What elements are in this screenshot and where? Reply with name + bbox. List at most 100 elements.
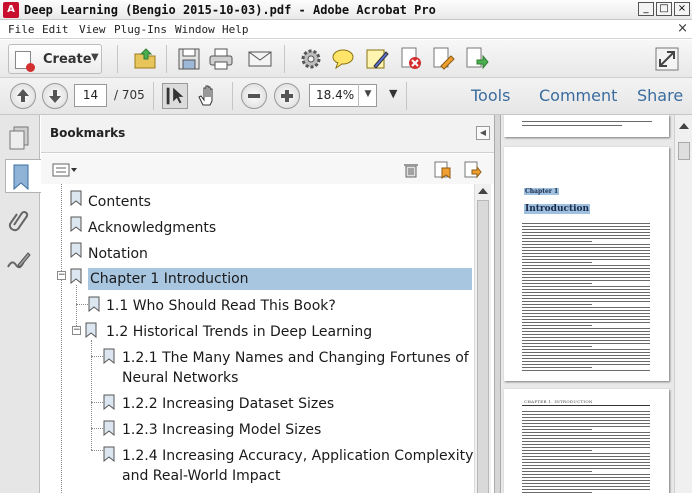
text-line <box>522 343 650 344</box>
close-button[interactable]: × <box>674 2 690 16</box>
hand-tool-icon[interactable] <box>195 83 221 109</box>
collapse-toggle[interactable]: − <box>72 326 81 335</box>
collapse-panel-button[interactable]: ◀ <box>476 126 490 140</box>
chapter-label: Chapter 1 <box>524 188 560 195</box>
navigation-pane-strip <box>0 115 41 493</box>
bookmark-item[interactable]: 1.1 Who Should Read This Book? <box>104 296 338 316</box>
signatures-button[interactable] <box>4 243 34 277</box>
previous-page-button[interactable] <box>10 83 36 109</box>
text-line <box>522 232 650 233</box>
menu-view[interactable]: View <box>79 23 106 36</box>
text-line <box>522 289 650 290</box>
text-line <box>522 334 650 335</box>
page-thumbnails-icon <box>9 126 29 150</box>
text-line <box>522 328 650 329</box>
text-line <box>522 474 650 475</box>
navigation-toolbar: 14 / 705 18.4% ▼ ▼ Tools Comment Share <box>0 78 692 115</box>
text-line <box>522 319 650 320</box>
tree-guide-line <box>91 356 103 357</box>
bookmark-item[interactable]: 1.2.1 The Many Names and Changing Fortun… <box>120 348 471 368</box>
full-screen-icon[interactable] <box>654 46 680 72</box>
page-thumbnails-button[interactable] <box>4 121 34 155</box>
bookmark-item[interactable]: 1.2.4 Increasing Accuracy, Application C… <box>120 446 474 466</box>
bookmark-item-selected[interactable]: Chapter 1 Introduction <box>88 268 472 290</box>
pane-splitter[interactable] <box>494 115 501 493</box>
text-line <box>522 471 592 472</box>
text-line <box>522 423 650 424</box>
create-button[interactable]: Create ▼ <box>8 44 102 74</box>
menu-window[interactable]: Window <box>175 23 215 36</box>
text-line <box>522 241 592 242</box>
document-view[interactable]: Chapter 1 Introduction CHAPTER 1. INTROD… <box>501 115 674 493</box>
bookmark-item[interactable]: Contents <box>86 192 153 212</box>
text-line <box>522 331 650 332</box>
zoom-in-button[interactable] <box>274 83 300 109</box>
text-line <box>522 367 592 368</box>
tree-guide-line <box>91 450 103 451</box>
comment-pane-link[interactable]: Comment <box>539 86 617 105</box>
running-header: CHAPTER 1. INTRODUCTION <box>524 399 593 404</box>
bookmarks-scrollbar[interactable] <box>474 184 491 493</box>
edit-page-icon[interactable] <box>430 46 456 72</box>
delete-page-icon[interactable] <box>398 46 424 72</box>
text-line <box>522 355 650 356</box>
text-line <box>522 411 650 412</box>
select-cursor-icon[interactable] <box>162 83 188 109</box>
new-bookmark-icon[interactable] <box>432 160 452 180</box>
bookmark-item-continued[interactable]: Neural Networks <box>120 368 240 388</box>
collapse-toggle[interactable]: − <box>57 271 66 280</box>
bookmark-item[interactable]: 1.2.2 Increasing Dataset Sizes <box>120 394 336 414</box>
minus-icon <box>248 94 260 98</box>
save-icon[interactable] <box>176 46 202 72</box>
settings-gear-icon[interactable] <box>298 46 324 72</box>
bookmark-item-continued[interactable]: and Real-World Impact <box>120 466 282 486</box>
toolbar-divider <box>284 45 285 73</box>
document-scrollbar[interactable] <box>674 115 692 493</box>
page-number-input[interactable]: 14 <box>74 84 107 107</box>
open-folder-icon[interactable] <box>133 46 159 72</box>
bookmark-item[interactable]: Acknowledgments <box>86 218 218 238</box>
menu-edit[interactable]: Edit <box>42 23 69 36</box>
maximize-button[interactable]: □ <box>656 2 672 16</box>
text-line <box>522 277 650 278</box>
tree-guide-line <box>91 402 103 403</box>
bookmark-ribbon-icon <box>13 164 29 191</box>
text-line <box>522 310 650 311</box>
text-line <box>522 325 592 326</box>
comment-bubble-icon[interactable] <box>330 46 356 72</box>
bookmark-options-menu-icon[interactable] <box>52 162 78 178</box>
zoom-dropdown-chevron-icon[interactable]: ▼ <box>358 84 377 107</box>
text-line <box>522 313 650 314</box>
text-line <box>522 268 650 269</box>
expand-bookmark-icon[interactable] <box>462 160 482 180</box>
tools-pane-link[interactable]: Tools <box>471 86 510 105</box>
bookmark-item[interactable]: 1.2 Historical Trends in Deep Learning <box>104 322 374 342</box>
trash-icon[interactable] <box>402 161 420 179</box>
text-line <box>522 244 650 245</box>
scrollbar-thumb[interactable] <box>678 142 690 160</box>
bookmarks-panel-button[interactable] <box>5 159 41 193</box>
toolbar-divider <box>406 82 407 110</box>
sign-pen-icon[interactable] <box>364 46 390 72</box>
pdf-page-next: CHAPTER 1. INTRODUCTION <box>504 389 669 493</box>
menu-file[interactable]: File <box>8 23 35 36</box>
attachments-button[interactable] <box>4 203 34 237</box>
bookmark-item[interactable]: 1.2.3 Increasing Model Sizes <box>120 420 323 440</box>
scroll-up-arrow-icon[interactable] <box>478 188 488 194</box>
document-close-icon[interactable]: × <box>677 21 688 36</box>
next-page-button[interactable] <box>42 83 68 109</box>
minimize-button[interactable]: _ <box>638 2 654 16</box>
scrollbar-thumb[interactable] <box>477 200 489 493</box>
export-page-icon[interactable] <box>463 46 489 72</box>
email-icon[interactable] <box>247 46 273 72</box>
menu-help[interactable]: Help <box>222 23 249 36</box>
menu-plugins[interactable]: Plug-Ins <box>114 23 167 36</box>
menu-bar: File Edit View Plug-Ins Window Help × <box>0 20 692 39</box>
zoom-out-button[interactable] <box>241 83 267 109</box>
more-tools-chevron-icon[interactable]: ▼ <box>389 87 397 100</box>
scroll-up-arrow-icon[interactable] <box>679 123 689 129</box>
text-line <box>522 361 650 362</box>
bookmark-item[interactable]: Notation <box>86 244 150 264</box>
share-pane-link[interactable]: Share <box>637 86 683 105</box>
print-icon[interactable] <box>208 46 234 72</box>
